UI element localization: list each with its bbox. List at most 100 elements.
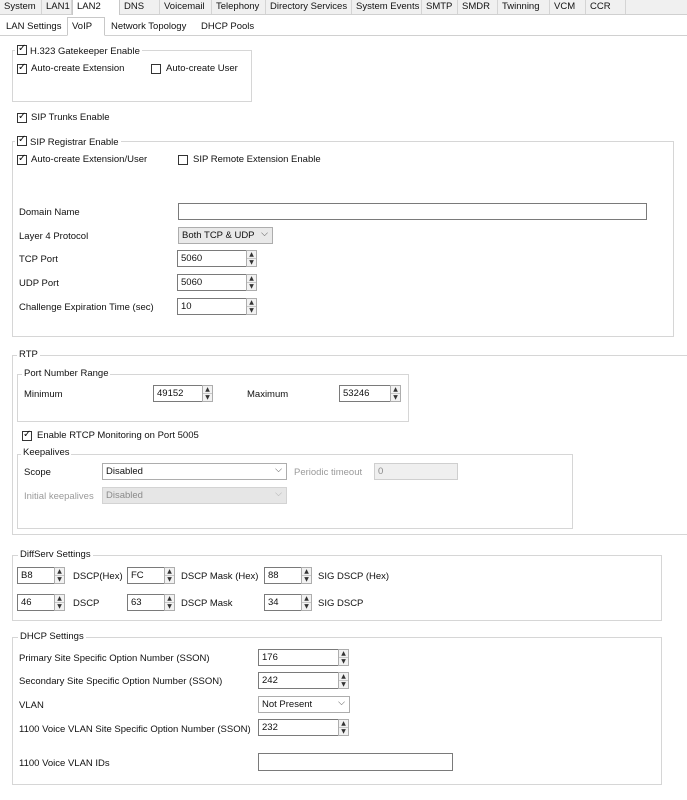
sip-auto-create-checkbox[interactable] xyxy=(17,153,27,165)
rtcp-monitoring-checkbox[interactable] xyxy=(22,429,32,441)
domain-name-input[interactable] xyxy=(178,203,647,220)
h323-auto-create-user-checkbox[interactable] xyxy=(151,64,161,74)
dscp-spinner[interactable]: ▲ ▼ xyxy=(54,594,65,611)
primary-sson-spinner[interactable]: ▲ ▼ xyxy=(338,649,349,666)
secondary-sson-input[interactable]: 242 xyxy=(258,672,339,689)
maximum-label: Maximum xyxy=(247,389,289,400)
sig-dscp-spinner[interactable]: ▲ ▼ xyxy=(301,594,312,611)
maximum-spinner[interactable]: ▲ ▼ xyxy=(390,385,401,402)
spin-up-icon[interactable]: ▲ xyxy=(302,595,311,603)
spin-down-icon[interactable]: ▼ xyxy=(55,603,64,610)
domain-name-label: Domain Name xyxy=(19,207,80,218)
dscp-input[interactable]: 46 xyxy=(17,594,55,611)
spin-down-icon[interactable]: ▼ xyxy=(339,681,348,688)
layer4-protocol-label: Layer 4 Protocol xyxy=(19,231,89,242)
voice-vlan-sson-label: 1100 Voice VLAN Site Specific Option Num… xyxy=(19,724,251,735)
periodic-timeout-input: 0 xyxy=(374,463,458,480)
spin-up-icon[interactable]: ▲ xyxy=(302,568,311,576)
tcp-port-input[interactable]: 5060 xyxy=(177,250,247,267)
spin-down-icon[interactable]: ▼ xyxy=(247,307,256,314)
subtab-voip[interactable]: VoIP xyxy=(67,17,105,36)
spin-down-icon[interactable]: ▼ xyxy=(339,728,348,735)
spin-down-icon[interactable]: ▼ xyxy=(165,603,174,610)
h323-legend: H.323 Gatekeeper Enable xyxy=(15,43,142,57)
dscp-mask-hex-spinner[interactable]: ▲ ▼ xyxy=(164,567,175,584)
spin-up-icon[interactable]: ▲ xyxy=(339,673,348,681)
vlan-value: Not Present xyxy=(262,699,313,710)
h323-gatekeeper-checkbox[interactable] xyxy=(17,43,27,55)
subtab-network-topology[interactable]: Network Topology xyxy=(107,19,190,35)
tab-telephony[interactable]: Telephony xyxy=(212,0,266,14)
spin-up-icon[interactable]: ▲ xyxy=(247,299,256,307)
layer4-protocol-select[interactable]: Both TCP & UDP ⌵ xyxy=(178,227,273,244)
scope-select[interactable]: Disabled ⌵ xyxy=(102,463,287,480)
spin-up-icon[interactable]: ▲ xyxy=(339,720,348,728)
secondary-sson-spinner[interactable]: ▲ ▼ xyxy=(338,672,349,689)
spin-down-icon[interactable]: ▼ xyxy=(165,576,174,583)
udp-port-input[interactable]: 5060 xyxy=(177,274,247,291)
h323-gatekeeper-label: H.323 Gatekeeper Enable xyxy=(30,46,140,57)
spin-down-icon[interactable]: ▼ xyxy=(302,576,311,583)
voice-vlan-sson-spinner[interactable]: ▲ ▼ xyxy=(338,719,349,736)
spin-down-icon[interactable]: ▼ xyxy=(302,603,311,610)
udp-port-label: UDP Port xyxy=(19,278,59,289)
udp-port-spinner[interactable]: ▲ ▼ xyxy=(246,274,257,291)
sip-auto-create-label: Auto-create Extension/User xyxy=(31,154,148,165)
tab-dns[interactable]: DNS xyxy=(120,0,160,14)
tab-system[interactable]: System xyxy=(0,0,42,14)
dscp-mask-spinner[interactable]: ▲ ▼ xyxy=(164,594,175,611)
dscp-label: DSCP xyxy=(73,598,100,609)
tab-smdr[interactable]: SMDR xyxy=(458,0,498,14)
spin-up-icon[interactable]: ▲ xyxy=(391,386,400,394)
spin-down-icon[interactable]: ▼ xyxy=(391,394,400,401)
dscp-mask-hex-input[interactable]: FC xyxy=(127,567,165,584)
dscp-hex-input[interactable]: B8 xyxy=(17,567,55,584)
sig-dscp-hex-spinner[interactable]: ▲ ▼ xyxy=(301,567,312,584)
minimum-spinner[interactable]: ▲ ▼ xyxy=(202,385,213,402)
dscp-hex-spinner[interactable]: ▲ ▼ xyxy=(54,567,65,584)
tab-ccr[interactable]: CCR xyxy=(586,0,626,14)
sip-trunks-checkbox[interactable] xyxy=(17,111,27,123)
spin-up-icon[interactable]: ▲ xyxy=(247,251,256,259)
h323-auto-create-extension-checkbox[interactable] xyxy=(17,62,27,74)
spin-down-icon[interactable]: ▼ xyxy=(339,658,348,665)
challenge-expiration-spinner[interactable]: ▲ ▼ xyxy=(246,298,257,315)
spin-up-icon[interactable]: ▲ xyxy=(247,275,256,283)
periodic-timeout-label: Periodic timeout xyxy=(294,467,363,478)
tab-smtp[interactable]: SMTP xyxy=(422,0,458,14)
tab-lan2[interactable]: LAN2 xyxy=(72,0,120,15)
spin-down-icon[interactable]: ▼ xyxy=(247,259,256,266)
spin-up-icon[interactable]: ▲ xyxy=(339,650,348,658)
spin-up-icon[interactable]: ▲ xyxy=(165,568,174,576)
tab-lan1[interactable]: LAN1 xyxy=(42,0,72,14)
tab-vcm[interactable]: VCM xyxy=(550,0,586,14)
primary-sson-input[interactable]: 176 xyxy=(258,649,339,666)
spin-up-icon[interactable]: ▲ xyxy=(55,568,64,576)
challenge-expiration-input[interactable]: 10 xyxy=(177,298,247,315)
subtab-lan-settings[interactable]: LAN Settings xyxy=(2,19,65,35)
tab-system-events[interactable]: System Events xyxy=(352,0,422,14)
port-range-legend: Port Number Range xyxy=(22,368,111,379)
sig-dscp-input[interactable]: 34 xyxy=(264,594,302,611)
tcp-port-spinner[interactable]: ▲ ▼ xyxy=(246,250,257,267)
spin-down-icon[interactable]: ▼ xyxy=(247,283,256,290)
spin-up-icon[interactable]: ▲ xyxy=(165,595,174,603)
voice-vlan-ids-input[interactable] xyxy=(258,753,453,771)
dscp-mask-input[interactable]: 63 xyxy=(127,594,165,611)
tab-twinning[interactable]: Twinning xyxy=(498,0,550,14)
spin-up-icon[interactable]: ▲ xyxy=(203,386,212,394)
maximum-input[interactable]: 53246 xyxy=(339,385,391,402)
initial-keepalives-value: Disabled xyxy=(106,490,143,501)
spin-down-icon[interactable]: ▼ xyxy=(203,394,212,401)
subtab-dhcp-pools[interactable]: DHCP Pools xyxy=(197,19,258,35)
spin-down-icon[interactable]: ▼ xyxy=(55,576,64,583)
vlan-select[interactable]: Not Present ⌵ xyxy=(258,696,350,713)
minimum-input[interactable]: 49152 xyxy=(153,385,203,402)
tab-directory-services[interactable]: Directory Services xyxy=(266,0,352,14)
tab-voicemail[interactable]: Voicemail xyxy=(160,0,212,14)
voice-vlan-sson-input[interactable]: 232 xyxy=(258,719,339,736)
sip-registrar-checkbox[interactable] xyxy=(17,134,27,146)
sip-remote-extension-checkbox[interactable] xyxy=(178,155,188,165)
spin-up-icon[interactable]: ▲ xyxy=(55,595,64,603)
sig-dscp-hex-input[interactable]: 88 xyxy=(264,567,302,584)
